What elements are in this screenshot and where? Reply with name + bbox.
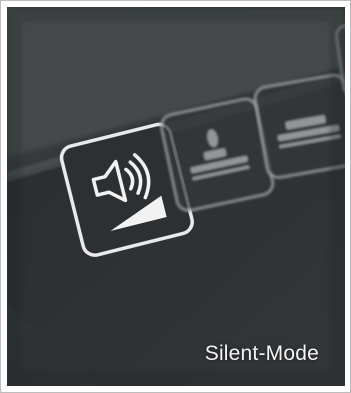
control-panel-svg xyxy=(7,7,345,386)
control-panel-photo: Silent-Mode xyxy=(7,7,345,386)
image-caption: Silent-Mode xyxy=(204,342,319,365)
image-frame: Silent-Mode xyxy=(0,0,351,393)
